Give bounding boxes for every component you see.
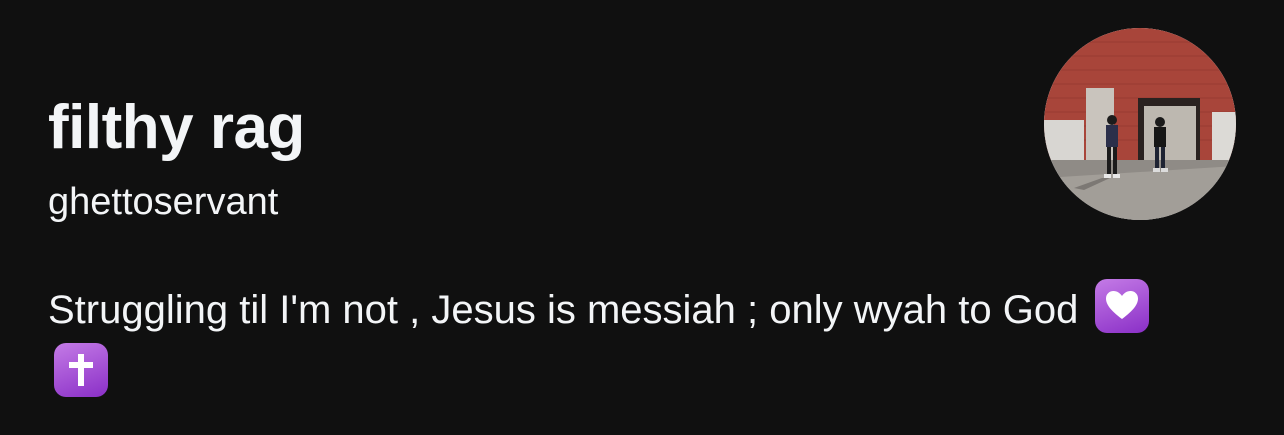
display-name: filthy rag [48,93,305,162]
profile-header: filthy rag ghettoservant Struggling til … [0,0,1284,435]
username: ghettoservant [48,181,279,223]
bio: Struggling til I'm not , Jesus is messia… [48,278,1168,406]
latin-cross-emoji-icon [54,343,108,397]
white-heart-emoji-icon [1095,279,1150,333]
bio-text: Struggling til I'm not , Jesus is messia… [48,288,1079,332]
profile-photo-icon [1044,28,1236,220]
avatar[interactable] [1044,28,1236,220]
